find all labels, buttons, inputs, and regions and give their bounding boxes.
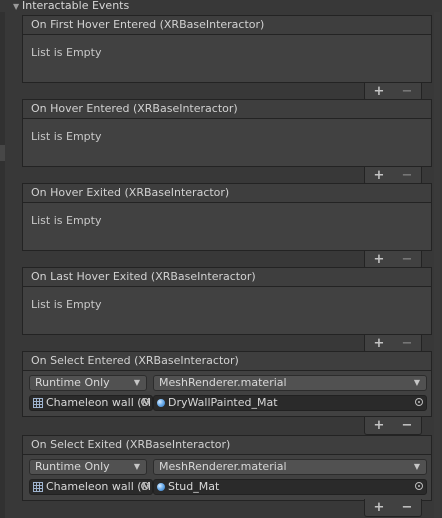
gameobject-icon xyxy=(33,482,43,492)
event-list: Runtime Only ▼ MeshRenderer.material ▼ C… xyxy=(22,455,432,501)
event-on-hover-entered: On Hover Entered (XRBaseInteractor) List… xyxy=(22,99,432,185)
argument-field[interactable]: DryWallPainted_Mat xyxy=(153,395,427,411)
event-header: On Select Entered (XRBaseInteractor) xyxy=(22,351,432,371)
add-button[interactable]: + xyxy=(374,419,385,432)
chevron-down-icon: ▼ xyxy=(133,462,140,471)
section-title: Interactable Events xyxy=(22,0,130,12)
list-empty-label: List is Empty xyxy=(31,214,102,227)
target-object-value: Chameleon wall (M xyxy=(46,480,152,493)
call-state-dropdown[interactable]: Runtime Only ▼ xyxy=(29,459,147,475)
call-state-dropdown[interactable]: Runtime Only ▼ xyxy=(29,375,147,391)
object-picker-icon[interactable] xyxy=(415,398,423,406)
list-buttons: + − xyxy=(364,499,422,517)
remove-button[interactable]: − xyxy=(402,169,413,182)
event-on-last-hover-exited: On Last Hover Exited (XRBaseInteractor) … xyxy=(22,267,432,353)
event-list: List is Empty xyxy=(22,119,432,167)
function-dropdown[interactable]: MeshRenderer.material ▼ xyxy=(153,459,427,475)
list-empty-label: List is Empty xyxy=(31,130,102,143)
remove-button[interactable]: − xyxy=(402,419,413,432)
event-header: On Last Hover Exited (XRBaseInteractor) xyxy=(22,267,432,287)
event-on-first-hover-entered: On First Hover Entered (XRBaseInteractor… xyxy=(22,15,432,101)
argument-value: Stud_Mat xyxy=(168,480,220,493)
gameobject-icon xyxy=(33,398,43,408)
object-picker-icon[interactable] xyxy=(141,482,149,490)
event-on-select-exited: On Select Exited (XRBaseInteractor) Runt… xyxy=(22,435,432,517)
event-list: List is Empty xyxy=(22,203,432,251)
add-button[interactable]: + xyxy=(374,501,385,514)
list-empty-label: List is Empty xyxy=(31,298,102,311)
target-object-field[interactable]: Chameleon wall (M xyxy=(29,479,153,495)
object-picker-icon[interactable] xyxy=(141,398,149,406)
remove-button[interactable]: − xyxy=(402,501,413,514)
chevron-down-icon: ▼ xyxy=(133,378,140,387)
material-icon xyxy=(157,483,165,491)
add-button[interactable]: + xyxy=(374,253,385,266)
remove-button[interactable]: − xyxy=(402,85,413,98)
add-button[interactable]: + xyxy=(374,337,385,350)
function-value: MeshRenderer.material xyxy=(159,460,287,473)
list-buttons: + − xyxy=(364,417,422,435)
event-header: On Hover Entered (XRBaseInteractor) xyxy=(22,99,432,119)
event-list: List is Empty xyxy=(22,35,432,83)
triangle-down-icon: ▼ xyxy=(13,1,20,11)
add-button[interactable]: + xyxy=(374,85,385,98)
event-list: Runtime Only ▼ MeshRenderer.material ▼ C… xyxy=(22,371,432,417)
argument-value: DryWallPainted_Mat xyxy=(168,396,278,409)
call-state-value: Runtime Only xyxy=(35,376,110,389)
interactable-events-foldout[interactable]: ▼ Interactable Events xyxy=(0,0,442,12)
chevron-down-icon: ▼ xyxy=(413,378,420,387)
add-button[interactable]: + xyxy=(374,169,385,182)
function-dropdown[interactable]: MeshRenderer.material ▼ xyxy=(153,375,427,391)
event-on-hover-exited: On Hover Exited (XRBaseInteractor) List … xyxy=(22,183,432,269)
material-icon xyxy=(157,399,165,407)
object-picker-icon[interactable] xyxy=(415,482,423,490)
remove-button[interactable]: − xyxy=(402,337,413,350)
function-value: MeshRenderer.material xyxy=(159,376,287,389)
remove-button[interactable]: − xyxy=(402,253,413,266)
event-list: List is Empty xyxy=(22,287,432,335)
argument-field[interactable]: Stud_Mat xyxy=(153,479,427,495)
target-object-value: Chameleon wall (M xyxy=(46,396,152,409)
left-gutter xyxy=(0,12,5,518)
scrollbar[interactable] xyxy=(434,12,440,518)
list-empty-label: List is Empty xyxy=(31,46,102,59)
event-header: On First Hover Entered (XRBaseInteractor… xyxy=(22,15,432,35)
event-header: On Hover Exited (XRBaseInteractor) xyxy=(22,183,432,203)
event-header: On Select Exited (XRBaseInteractor) xyxy=(22,435,432,455)
gutter-marker xyxy=(0,145,5,161)
event-on-select-entered: On Select Entered (XRBaseInteractor) Run… xyxy=(22,351,432,435)
target-object-field[interactable]: Chameleon wall (M xyxy=(29,395,153,411)
call-state-value: Runtime Only xyxy=(35,460,110,473)
chevron-down-icon: ▼ xyxy=(413,462,420,471)
